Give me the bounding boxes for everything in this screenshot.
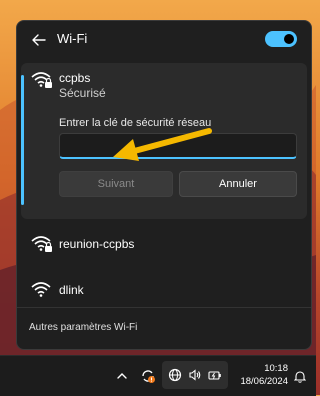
globe-icon [168, 368, 182, 382]
wifi-icon [31, 282, 51, 297]
wifi-toggle[interactable] [265, 31, 297, 47]
wifi-header: Wi-Fi [17, 21, 311, 59]
clock-button[interactable]: 10:18 18/06/2024 [232, 362, 288, 388]
back-button[interactable] [29, 30, 49, 50]
sync-warning-icon [142, 370, 155, 383]
network-name: dlink [59, 283, 84, 297]
show-hidden-icons-button[interactable] [114, 366, 130, 386]
bell-icon [294, 370, 306, 383]
wifi-flyout: Wi-Fi ccpbs Sécurisé Entrer la clé de sé… [16, 20, 312, 350]
chevron-up-icon [117, 373, 127, 379]
notifications-button[interactable] [292, 366, 308, 386]
cancel-button[interactable]: Annuler [179, 171, 297, 197]
battery-charging-icon [208, 371, 221, 380]
network-name: ccpbs [59, 71, 91, 85]
wifi-title: Wi-Fi [57, 31, 88, 46]
taskbar: 10:18 18/06/2024 [0, 355, 316, 396]
network-item-reunion-ccpbs[interactable]: reunion-ccpbs [21, 223, 307, 269]
quick-settings-button[interactable] [162, 361, 228, 389]
wifi-secured-icon [31, 72, 52, 88]
network-item-dlink[interactable]: dlink [21, 269, 307, 315]
yellow-arrow-annotation [113, 128, 212, 161]
volume-icon [189, 369, 201, 381]
network-name: reunion-ccpbs [59, 237, 135, 251]
sync-status-button[interactable] [138, 366, 158, 386]
clock-time: 10:18 [264, 363, 288, 374]
back-arrow-icon [32, 34, 46, 46]
selection-indicator [21, 75, 24, 205]
toggle-knob [284, 34, 294, 44]
wifi-secured-icon [31, 236, 52, 252]
next-button[interactable]: Suivant [59, 171, 173, 197]
clock-date: 18/06/2024 [240, 376, 288, 387]
network-status: Sécurisé [59, 86, 106, 100]
more-wifi-settings-link[interactable]: Autres paramètres Wi-Fi [29, 322, 137, 333]
network-item-ccpbs[interactable]: ccpbs Sécurisé Entrer la clé de sécurité… [21, 63, 307, 219]
footer-divider [17, 307, 311, 308]
